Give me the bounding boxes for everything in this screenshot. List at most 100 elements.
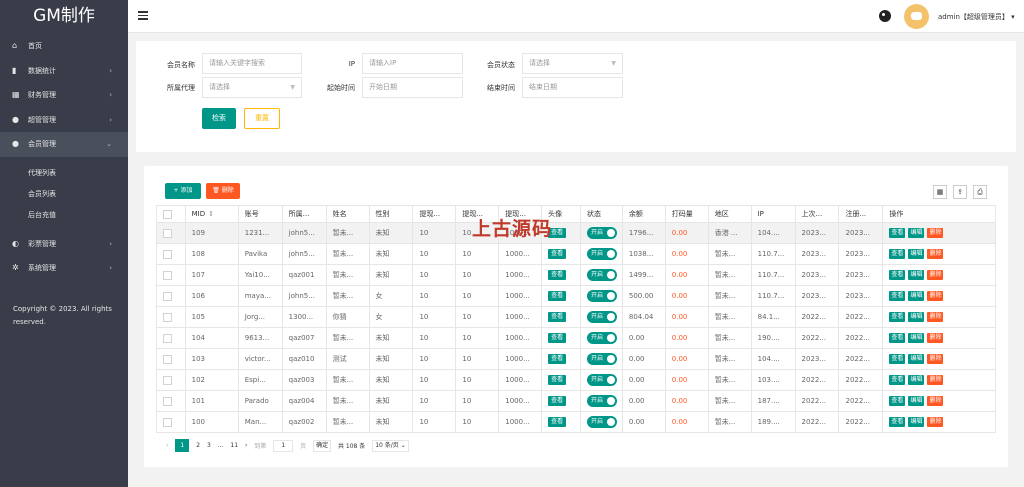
edit-button[interactable]: 编辑 [908, 354, 925, 364]
view-avatar-button[interactable]: 查看 [548, 375, 567, 385]
delete-row-button[interactable]: 删除 [927, 333, 944, 343]
edit-button[interactable]: 编辑 [908, 312, 925, 322]
sidebar-item-system[interactable]: ✲ 系统管理 › [0, 256, 128, 281]
row-checkbox[interactable] [156, 390, 186, 412]
delete-row-button[interactable]: 删除 [927, 354, 944, 364]
row-checkbox[interactable] [156, 243, 186, 265]
edit-button[interactable]: 编辑 [908, 396, 925, 406]
table-row[interactable]: 107 Yai10... qaz001 暂未... 未知 10 10 1000... 查看 开启 1… [156, 264, 996, 286]
status-toggle[interactable]: 开启 [587, 311, 617, 323]
sidebar-subitem-members[interactable]: 会员列表 [0, 184, 128, 205]
status-toggle[interactable]: 开启 [587, 353, 617, 365]
status-toggle[interactable]: 开启 [587, 227, 617, 239]
table-row[interactable]: 108 Pavika john5... 暂未... 未知 10 10 1000... 查看 开启 1… [156, 243, 996, 265]
view-avatar-button[interactable]: 查看 [548, 270, 567, 280]
view-button[interactable]: 查看 [889, 312, 906, 322]
row-checkbox[interactable] [156, 264, 186, 286]
delete-row-button[interactable]: 删除 [927, 228, 944, 238]
status-toggle[interactable]: 开启 [587, 416, 617, 428]
delete-row-button[interactable]: 删除 [927, 375, 944, 385]
reset-button[interactable]: 重置 [244, 108, 280, 129]
table-row[interactable]: 105 Jorg... 1300... 你猜女 10 10 1000... 查看 开启 804.0… [156, 306, 996, 328]
delete-row-button[interactable]: 删除 [927, 417, 944, 427]
row-checkbox[interactable] [156, 285, 186, 307]
export-icon[interactable]: ⇪ [953, 185, 967, 199]
delete-row-button[interactable]: 删除 [927, 270, 944, 280]
view-button[interactable]: 查看 [889, 249, 906, 259]
edit-button[interactable]: 编辑 [908, 228, 925, 238]
table-row[interactable]: 106 maya... john5... 暂未... 女 10 10 1000... 查看 开启 5… [156, 285, 996, 307]
prev-page-button[interactable]: ‹ [166, 442, 168, 449]
view-button[interactable]: 查看 [889, 417, 906, 427]
edit-button[interactable]: 编辑 [908, 417, 925, 427]
edit-button[interactable]: 编辑 [908, 333, 925, 343]
status-toggle[interactable]: 开启 [587, 269, 617, 281]
sidebar-item-members[interactable]: ● 会员管理 ⌄ [0, 132, 128, 157]
table-row[interactable]: 109 1231... john5... 暂未... 未知 10 10 1000... 查看 开启… [156, 222, 996, 244]
page-3-button[interactable]: 3 [207, 442, 211, 449]
delete-row-button[interactable]: 删除 [927, 291, 944, 301]
edit-button[interactable]: 编辑 [908, 291, 925, 301]
delete-row-button[interactable]: 删除 [927, 396, 944, 406]
page-1-button[interactable]: 1 [175, 439, 190, 452]
row-checkbox[interactable] [156, 369, 186, 391]
view-avatar-button[interactable]: 查看 [548, 291, 567, 301]
table-row[interactable]: 102 Espi... qaz003 暂未... 未知 10 10 1000... 查看 开启 0.… [156, 369, 996, 391]
view-avatar-button[interactable]: 查看 [548, 333, 567, 343]
view-avatar-button[interactable]: 查看 [548, 249, 567, 259]
sidebar-item-statistics[interactable]: ▮ 数据统计 › [0, 59, 128, 84]
sidebar-item-home[interactable]: ⌂ 首页 [0, 34, 128, 59]
sidebar-item-finance[interactable]: ▦ 财务管理 › [0, 83, 128, 108]
sidebar-subitem-agents[interactable]: 代理列表 [0, 163, 128, 184]
delete-row-button[interactable]: 删除 [927, 312, 944, 322]
status-select[interactable]: 请选择 ▼ [522, 53, 623, 74]
sidebar-subitem-recharge[interactable]: 后台充值 [0, 205, 128, 226]
status-toggle[interactable]: 开启 [587, 248, 617, 260]
user-menu[interactable]: admin【超级管理员】 ▾ [938, 12, 1015, 22]
view-button[interactable]: 查看 [889, 333, 906, 343]
print-icon[interactable]: ⎙ [973, 185, 987, 199]
status-toggle[interactable]: 开启 [587, 374, 617, 386]
end-date-input[interactable]: 结束日期 [522, 77, 623, 98]
view-button[interactable]: 查看 [889, 375, 906, 385]
page-size-select[interactable]: 10 条/页 ⌄ [372, 439, 409, 452]
start-date-input[interactable]: 开始日期 [362, 77, 463, 98]
table-row[interactable]: 103 victor... qaz010 测试 未知 10 10 1000... 查看 开启 0.0… [156, 348, 996, 370]
columns-filter-icon[interactable]: ▦ [933, 185, 947, 199]
delete-row-button[interactable]: 删除 [927, 249, 944, 259]
view-button[interactable]: 查看 [889, 396, 906, 406]
goto-confirm-button[interactable]: 确定 [313, 439, 332, 452]
view-avatar-button[interactable]: 查看 [548, 417, 567, 427]
goto-page-input[interactable]: 1 [273, 439, 294, 452]
view-button[interactable]: 查看 [889, 270, 906, 280]
page-2-button[interactable]: 2 [196, 442, 200, 449]
view-avatar-button[interactable]: 查看 [548, 354, 567, 364]
edit-button[interactable]: 编辑 [908, 375, 925, 385]
sort-icon[interactable]: ⇕ [208, 210, 214, 218]
add-button[interactable]: + 添加 [165, 183, 201, 199]
member-name-input[interactable]: 请输入关键字搜索 [202, 53, 302, 74]
view-button[interactable]: 查看 [889, 228, 906, 238]
page-last-button[interactable]: 11 [230, 442, 238, 449]
agent-select[interactable]: 请选择 ▼ [202, 77, 302, 98]
table-row[interactable]: 104 9613... qaz007 暂未... 未知 10 10 1000... 查看 开启 0.… [156, 327, 996, 349]
view-avatar-button[interactable]: 查看 [548, 312, 567, 322]
avatar[interactable] [904, 4, 929, 29]
row-checkbox[interactable] [156, 222, 186, 244]
select-all-checkbox[interactable] [156, 205, 186, 223]
menu-toggle-icon[interactable] [138, 11, 148, 20]
ip-input[interactable]: 请输入IP [362, 53, 463, 74]
row-checkbox[interactable] [156, 411, 186, 433]
theme-palette-icon[interactable] [879, 10, 891, 22]
view-avatar-button[interactable]: 查看 [548, 396, 567, 406]
row-checkbox[interactable] [156, 327, 186, 349]
row-checkbox[interactable] [156, 348, 186, 370]
status-toggle[interactable]: 开启 [587, 290, 617, 302]
edit-button[interactable]: 编辑 [908, 270, 925, 280]
table-row[interactable]: 100 Man... qaz002 暂未... 未知 10 10 1000... 查看 开启 0.0… [156, 411, 996, 433]
col-mid[interactable]: MID ⇕ [184, 205, 239, 223]
next-page-button[interactable]: › [245, 442, 247, 449]
table-row[interactable]: 101 Parado qaz004 暂未... 未知 10 10 1000... 查看 开启 0.0… [156, 390, 996, 412]
sidebar-item-lottery[interactable]: ◐ 彩票管理 › [0, 232, 128, 257]
view-button[interactable]: 查看 [889, 291, 906, 301]
